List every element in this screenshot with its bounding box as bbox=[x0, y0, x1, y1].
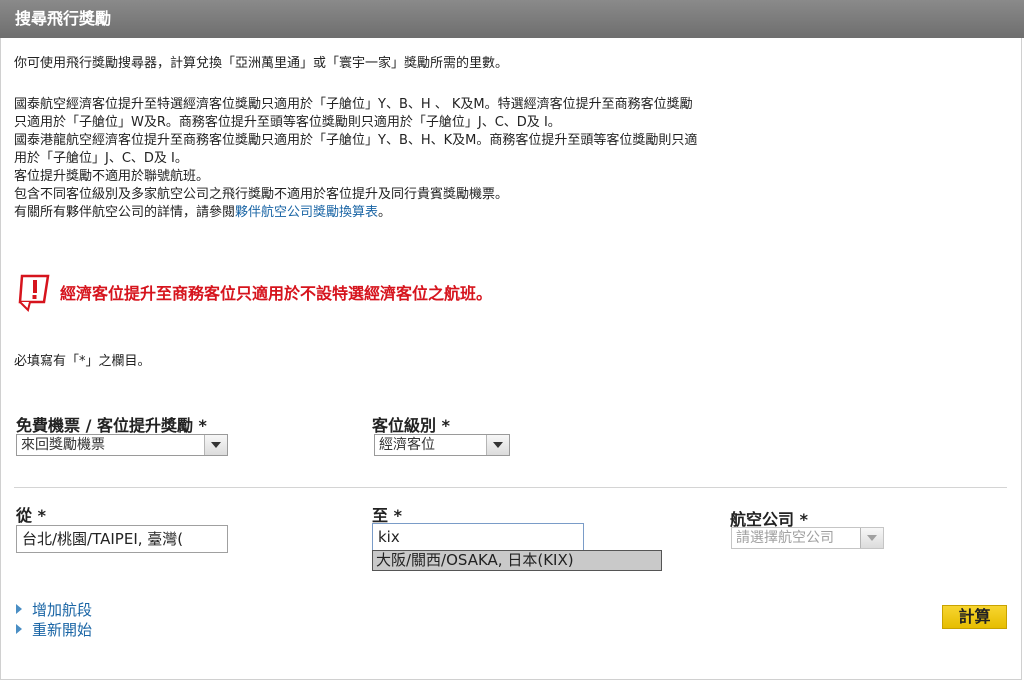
rule-line: 客位提升獎勵不適用於聯號航班。 bbox=[14, 169, 210, 184]
chevron-down-icon[interactable] bbox=[486, 435, 509, 455]
rule-line: 只適用於「子艙位」W及R。商務客位提升至頭等客位獎勵則只適用於「子艙位」J、C、… bbox=[14, 115, 561, 130]
add-segment-link[interactable]: 增加航段 bbox=[16, 599, 92, 619]
cabin-class-value: 經濟客位 bbox=[379, 437, 435, 453]
award-type-value: 來回獎勵機票 bbox=[21, 437, 105, 453]
from-label: 從 * bbox=[16, 506, 46, 525]
rule-line: 包含不同客位級別及多家航空公司之飛行獎勵不適用於客位提升及同行貴賓獎勵機票。 bbox=[14, 187, 509, 202]
required-note: 必填寫有「*」之欄目。 bbox=[14, 354, 151, 369]
to-input[interactable]: kix bbox=[372, 523, 584, 551]
restart-label: 重新開始 bbox=[32, 620, 93, 639]
rule-line: 國泰航空經濟客位提升至特選經濟客位獎勵只適用於「子艙位」Y、B、H 、 K及M。… bbox=[14, 97, 693, 112]
partner-suffix: 。 bbox=[378, 205, 392, 220]
from-input[interactable]: 台北/桃園/TAIPEI, 臺灣( bbox=[16, 525, 228, 553]
triangle-right-icon bbox=[16, 624, 22, 634]
intro-text: 你可使用飛行獎勵搜尋器，計算兌換「亞洲萬里通」或「寰宇一家」獎勵所需的里數。 bbox=[14, 56, 509, 71]
divider bbox=[14, 487, 1007, 488]
rules-block: 國泰航空經濟客位提升至特選經濟客位獎勵只適用於「子艙位」Y、B、H 、 K及M。… bbox=[14, 96, 914, 222]
chevron-down-icon[interactable] bbox=[860, 528, 883, 548]
restart-link[interactable]: 重新開始 bbox=[16, 619, 92, 639]
airline-select[interactable]: 請選擇航空公司 bbox=[731, 527, 884, 549]
partner-prefix: 有關所有夥伴航空公司的詳情，請參閱 bbox=[14, 205, 236, 220]
page-title: 搜尋飛行獎勵 bbox=[15, 9, 112, 28]
award-type-select[interactable]: 來回獎勵機票 bbox=[16, 434, 228, 456]
airline-placeholder: 請選擇航空公司 bbox=[736, 530, 834, 546]
partner-line: 有關所有夥伴航空公司的詳情，請參閱夥伴航空公司獎勵換算表。 bbox=[14, 204, 914, 222]
cabin-class-label: 客位級別 * bbox=[372, 416, 450, 435]
rule-line: 用於「子艙位」J、C、D及 I。 bbox=[14, 151, 188, 166]
add-segment-label: 增加航段 bbox=[32, 600, 93, 619]
partner-airlines-link[interactable]: 夥伴航空公司獎勵換算表 bbox=[235, 205, 378, 220]
triangle-right-icon bbox=[16, 604, 22, 614]
warning-text: 經濟客位提升至商務客位只適用於不設特選經濟客位之航班。 bbox=[60, 284, 493, 303]
cabin-class-select[interactable]: 經濟客位 bbox=[374, 434, 510, 456]
action-links: 增加航段 重新開始 bbox=[16, 599, 92, 639]
warning-banner: 經濟客位提升至商務客位只適用於不設特選經濟客位之航班。 bbox=[16, 272, 492, 312]
chevron-down-icon[interactable] bbox=[204, 435, 227, 455]
to-suggestion-item[interactable]: 大阪/關西/OSAKA, 日本(KIX) bbox=[372, 550, 662, 571]
rule-line: 國泰港龍航空經濟客位提升至商務客位獎勵只適用於「子艙位」Y、B、H、K及M。商務… bbox=[14, 133, 698, 148]
warning-icon bbox=[18, 274, 50, 312]
award-type-label: 免費機票 / 客位提升獎勵 * bbox=[16, 416, 207, 435]
page-header: 搜尋飛行獎勵 bbox=[0, 0, 1024, 38]
calculate-button[interactable]: 計算 bbox=[942, 605, 1007, 629]
